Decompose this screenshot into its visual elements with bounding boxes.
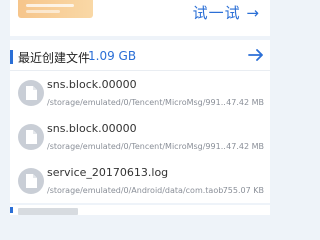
- file-icon: [18, 168, 44, 194]
- file-icon: [18, 124, 44, 150]
- file-name: sns.block.00000: [47, 78, 137, 91]
- banner-decoration: [26, 4, 74, 7]
- file-name: service_20170613.log: [47, 166, 169, 179]
- try-it-link[interactable]: 试一试 →: [193, 2, 260, 23]
- recent-files-card: 最近创建文件 1.09 GB sns.block.00000 /storage/…: [10, 40, 270, 203]
- file-name: sns.block.00000: [47, 122, 137, 135]
- file-row[interactable]: service_20170613.log /storage/emulated/0…: [10, 158, 270, 202]
- file-path: /storage/emulated/0/Tencent/MicroMsg/991…: [47, 98, 225, 107]
- file-size: 755.07 KB: [222, 186, 264, 195]
- file-row[interactable]: sns.block.00000 /storage/emulated/0/Tenc…: [10, 114, 270, 158]
- section-accent-bar: [10, 207, 13, 213]
- promo-banner-image[interactable]: [18, 0, 93, 18]
- recent-files-header[interactable]: 最近创建文件 1.09 GB: [10, 40, 270, 71]
- next-section-title-cutoff: [18, 208, 78, 215]
- next-section-card: [10, 205, 270, 215]
- banner-decoration: [26, 10, 60, 13]
- file-size: 47.42 MB: [226, 98, 264, 107]
- file-path: /storage/emulated/0/Tencent/MicroMsg/991…: [47, 142, 225, 151]
- promo-card: 试一试 →: [10, 0, 270, 36]
- file-path: /storage/emulated/0/Android/data/com.tao…: [47, 186, 225, 195]
- file-row[interactable]: sns.block.00000 /storage/emulated/0/Tenc…: [10, 70, 270, 114]
- recent-files-total-size: 1.09 GB: [88, 49, 137, 63]
- arrow-right-icon[interactable]: [246, 45, 266, 65]
- recent-files-title: 最近创建文件: [18, 51, 91, 65]
- file-icon: [18, 80, 44, 106]
- file-size: 47.42 MB: [226, 142, 264, 151]
- section-accent-bar: [10, 50, 13, 64]
